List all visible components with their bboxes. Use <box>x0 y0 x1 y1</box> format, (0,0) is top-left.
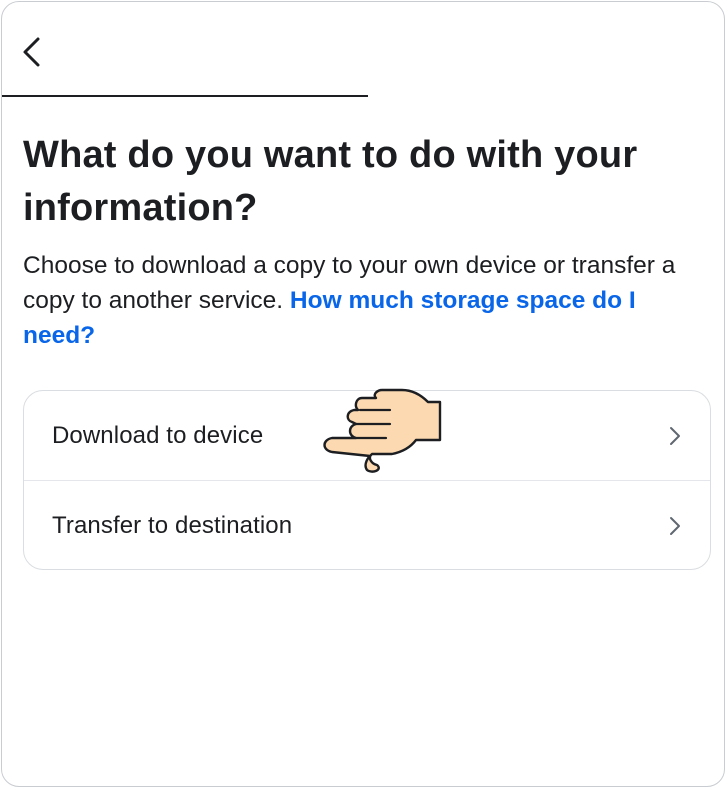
download-to-device-label: Download to device <box>52 421 264 449</box>
transfer-to-destination-option[interactable]: Transfer to destination <box>24 481 710 569</box>
download-to-device-option[interactable]: Download to device <box>24 391 710 480</box>
options-card: Download to device Transfer to destinati… <box>23 390 711 570</box>
chevron-right-icon <box>668 425 682 447</box>
header-divider <box>2 95 368 97</box>
back-button[interactable] <box>20 28 60 76</box>
chevron-right-icon <box>668 515 682 537</box>
transfer-to-destination-label: Transfer to destination <box>52 511 293 539</box>
page-description: Choose to download a copy to your own de… <box>23 248 713 353</box>
page-title: What do you want to do with your informa… <box>23 134 638 229</box>
chevron-left-icon <box>23 37 40 67</box>
screen-frame: What do you want to do with your informa… <box>1 1 725 787</box>
